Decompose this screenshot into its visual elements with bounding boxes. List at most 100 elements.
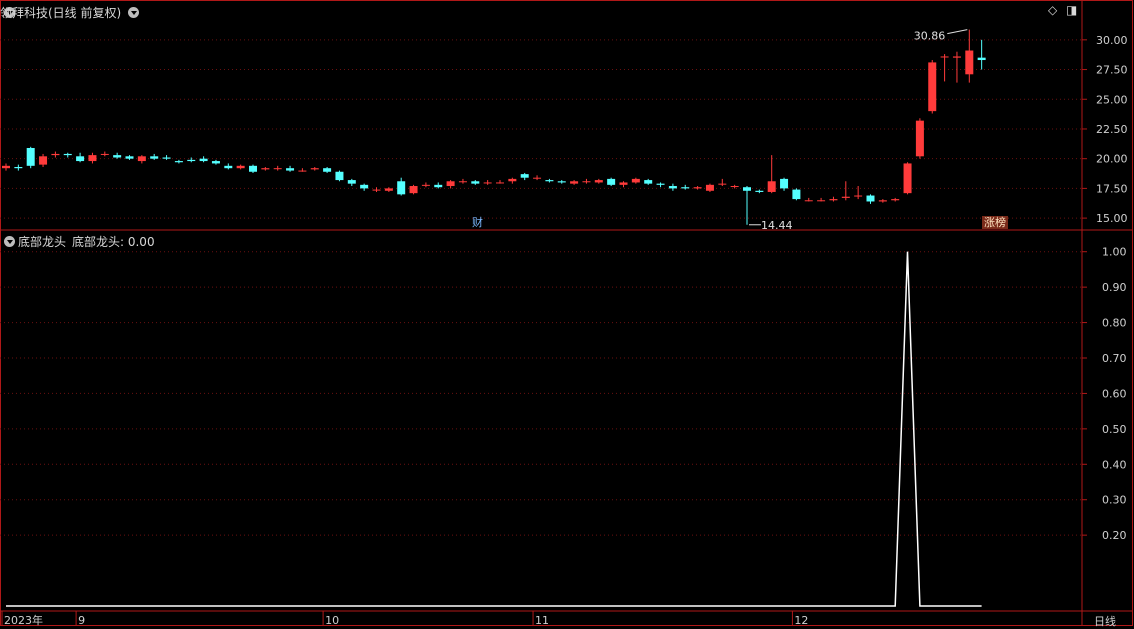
candle-body (63, 153, 72, 156)
indicator-menu-icon[interactable] (4, 236, 15, 247)
candle-body (236, 165, 245, 169)
candle-body (940, 56, 949, 58)
candle-body (347, 180, 356, 184)
indicator-tick-label: 0.90 (1102, 281, 1127, 294)
candle-body (878, 200, 887, 202)
event-marker-cai[interactable]: 财 (470, 216, 485, 229)
candle-body (644, 180, 653, 184)
candle-body (150, 156, 159, 159)
indicator-tick-label: 0.40 (1102, 458, 1127, 471)
candle-body (977, 57, 986, 61)
candle-body (421, 184, 430, 186)
candle-body (125, 156, 134, 159)
candle-body (14, 167, 23, 169)
candle-body (594, 180, 603, 183)
candle-body (928, 62, 937, 112)
indicator-tick-label: 0.80 (1102, 317, 1127, 330)
xaxis-label: 12 (794, 614, 808, 627)
candle-body (384, 188, 393, 191)
xaxis-label: 11 (535, 614, 549, 627)
candle-body (767, 181, 776, 192)
candle-body (681, 187, 690, 189)
price-tick-label: 30.00 (1096, 34, 1128, 47)
price-tick-label: 25.00 (1096, 93, 1128, 106)
candle-body (668, 186, 677, 189)
candle-body (224, 165, 233, 169)
price-tick-label: 15.00 (1096, 212, 1128, 225)
candle-body (261, 168, 270, 170)
candle-body (533, 177, 542, 179)
indicator-value: 底部龙头: 0.00 (72, 235, 155, 249)
price-tick-label: 20.00 (1096, 153, 1128, 166)
candle-body (372, 189, 381, 191)
candle-body (471, 181, 480, 184)
candle-body (817, 200, 826, 202)
candle-body (100, 153, 109, 155)
indicator-tick-label: 1.00 (1102, 246, 1127, 259)
candle-body (792, 189, 801, 200)
candle-body (2, 165, 10, 169)
candle-body (26, 147, 35, 166)
price-tick-label: 17.50 (1096, 182, 1128, 195)
candle-body (323, 168, 332, 172)
candle-body (51, 153, 60, 156)
panel-toggle-icon[interactable]: ◨ (1066, 3, 1077, 17)
candle-body (298, 170, 307, 172)
candle-body (458, 181, 467, 183)
indicator-tick-label: 0.60 (1102, 387, 1127, 400)
candle-body (693, 187, 702, 189)
price-tick-label: 22.50 (1096, 123, 1128, 136)
candle-body (557, 181, 566, 183)
candle-body (187, 159, 196, 162)
candle-body (310, 168, 319, 170)
indicator-tick-label: 0.70 (1102, 352, 1127, 365)
candle-body (360, 184, 369, 189)
candle-body (496, 182, 504, 184)
candle-body (211, 161, 220, 164)
candle-body (545, 180, 554, 182)
xaxis-label: 2023年 (4, 613, 43, 627)
candle-body (582, 181, 591, 183)
candle-body (841, 196, 850, 198)
candle-body (903, 163, 912, 194)
candle-body (730, 186, 739, 188)
high-price-label: 30.86 (914, 30, 946, 43)
candle-body (570, 181, 579, 184)
candle-body (743, 187, 751, 191)
indicator-tick-label: 0.50 (1102, 423, 1127, 436)
outer-frame (0, 0, 1133, 626)
candle-body (446, 181, 455, 187)
candle-body (520, 174, 529, 178)
candle-body (915, 120, 924, 157)
candle-body (397, 181, 406, 195)
candle-body (607, 178, 616, 185)
chart-canvas: 30.00 27.50 25.00 22.50 20.00 17.50 15.00 30.86… (0, 0, 1133, 627)
high-pointer (947, 29, 968, 35)
candle-body (199, 158, 208, 162)
chevron-down-icon[interactable] (128, 7, 139, 18)
indicator-tick-label: 0.30 (1102, 494, 1127, 507)
candle-body (286, 168, 295, 171)
stock-title: 领拜科技(日线 前复权) (0, 6, 122, 20)
candle-body (780, 178, 789, 189)
candle-body (174, 161, 183, 163)
candle-body (273, 168, 282, 170)
candle-body (804, 200, 813, 202)
candle-body (76, 156, 85, 162)
candle-body (113, 155, 122, 158)
candle-body (249, 165, 257, 172)
candle-body (137, 156, 146, 162)
indicator-tick-label: 0.20 (1102, 529, 1127, 542)
candle-body (952, 56, 961, 58)
candle-body (409, 186, 418, 194)
candle-body (891, 199, 900, 201)
candle-body (335, 171, 344, 181)
candle-body (854, 195, 863, 197)
diamond-icon[interactable]: ◇ (1048, 3, 1057, 17)
candle-body (755, 190, 764, 192)
candle-body (619, 182, 628, 185)
candle-body (965, 50, 974, 75)
candle-body (656, 183, 665, 185)
indicator-title: 底部龙头 (18, 235, 67, 249)
event-marker-zhangbang[interactable]: 涨榜 (982, 216, 1008, 229)
